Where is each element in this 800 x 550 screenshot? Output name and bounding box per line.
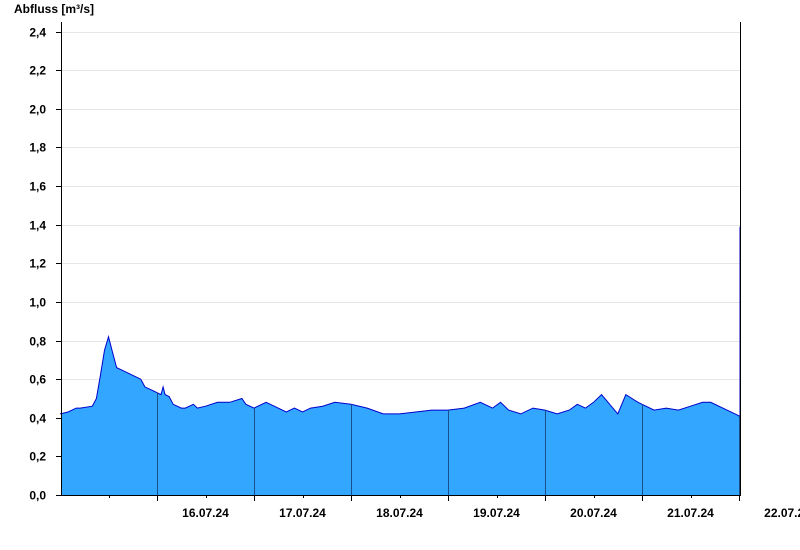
y-ticks: 0,0 0,2 0,4 0,6 0,8 1,0 1,2 1,4 1,6 1,8 2,0 2,2 2,4 — [29, 26, 61, 503]
y-tick-label: 0,6 — [29, 373, 46, 387]
x-tick-label: 21.07.24 — [667, 506, 714, 520]
x-tick-label: 18.07.24 — [376, 506, 423, 520]
y-tick-label: 2,0 — [29, 103, 46, 117]
y-tick-label: 0,0 — [29, 489, 46, 503]
y-tick-label: 2,2 — [29, 64, 46, 78]
x-ticks: 16.07.24 17.07.24 18.07.24 19.07.24 20.07.24… — [109, 495, 800, 520]
x-tick-label: 22.07.24 — [764, 506, 800, 520]
y-tick-label: 1,2 — [29, 257, 46, 271]
y-tick-label: 0,8 — [29, 335, 46, 349]
discharge-line — [59, 226, 741, 420]
y-tick-label: 1,4 — [29, 219, 46, 233]
x-tick-label: 19.07.24 — [473, 506, 520, 520]
y-tick-label: 1,8 — [29, 141, 46, 155]
y-axis-label: Abfluss [m³/s] — [14, 2, 94, 16]
y-tick-label: 1,6 — [29, 180, 46, 194]
area-layer — [59, 226, 741, 495]
discharge-chart: 0,00,20,40,60,81,01,21,41,61,82,02,22,4 … — [14, 2, 800, 520]
x-tick-label: 16.07.24 — [182, 506, 229, 520]
y-tick-label: 1,0 — [29, 296, 46, 310]
y-tick-label: 0,2 — [29, 450, 46, 464]
x-tick-label: 20.07.24 — [570, 506, 617, 520]
x-tick-label: 17.07.24 — [279, 506, 326, 520]
y-tick-label: 2,4 — [29, 26, 46, 40]
y-tick-label: 0,4 — [29, 412, 46, 426]
discharge-area — [60, 226, 740, 495]
